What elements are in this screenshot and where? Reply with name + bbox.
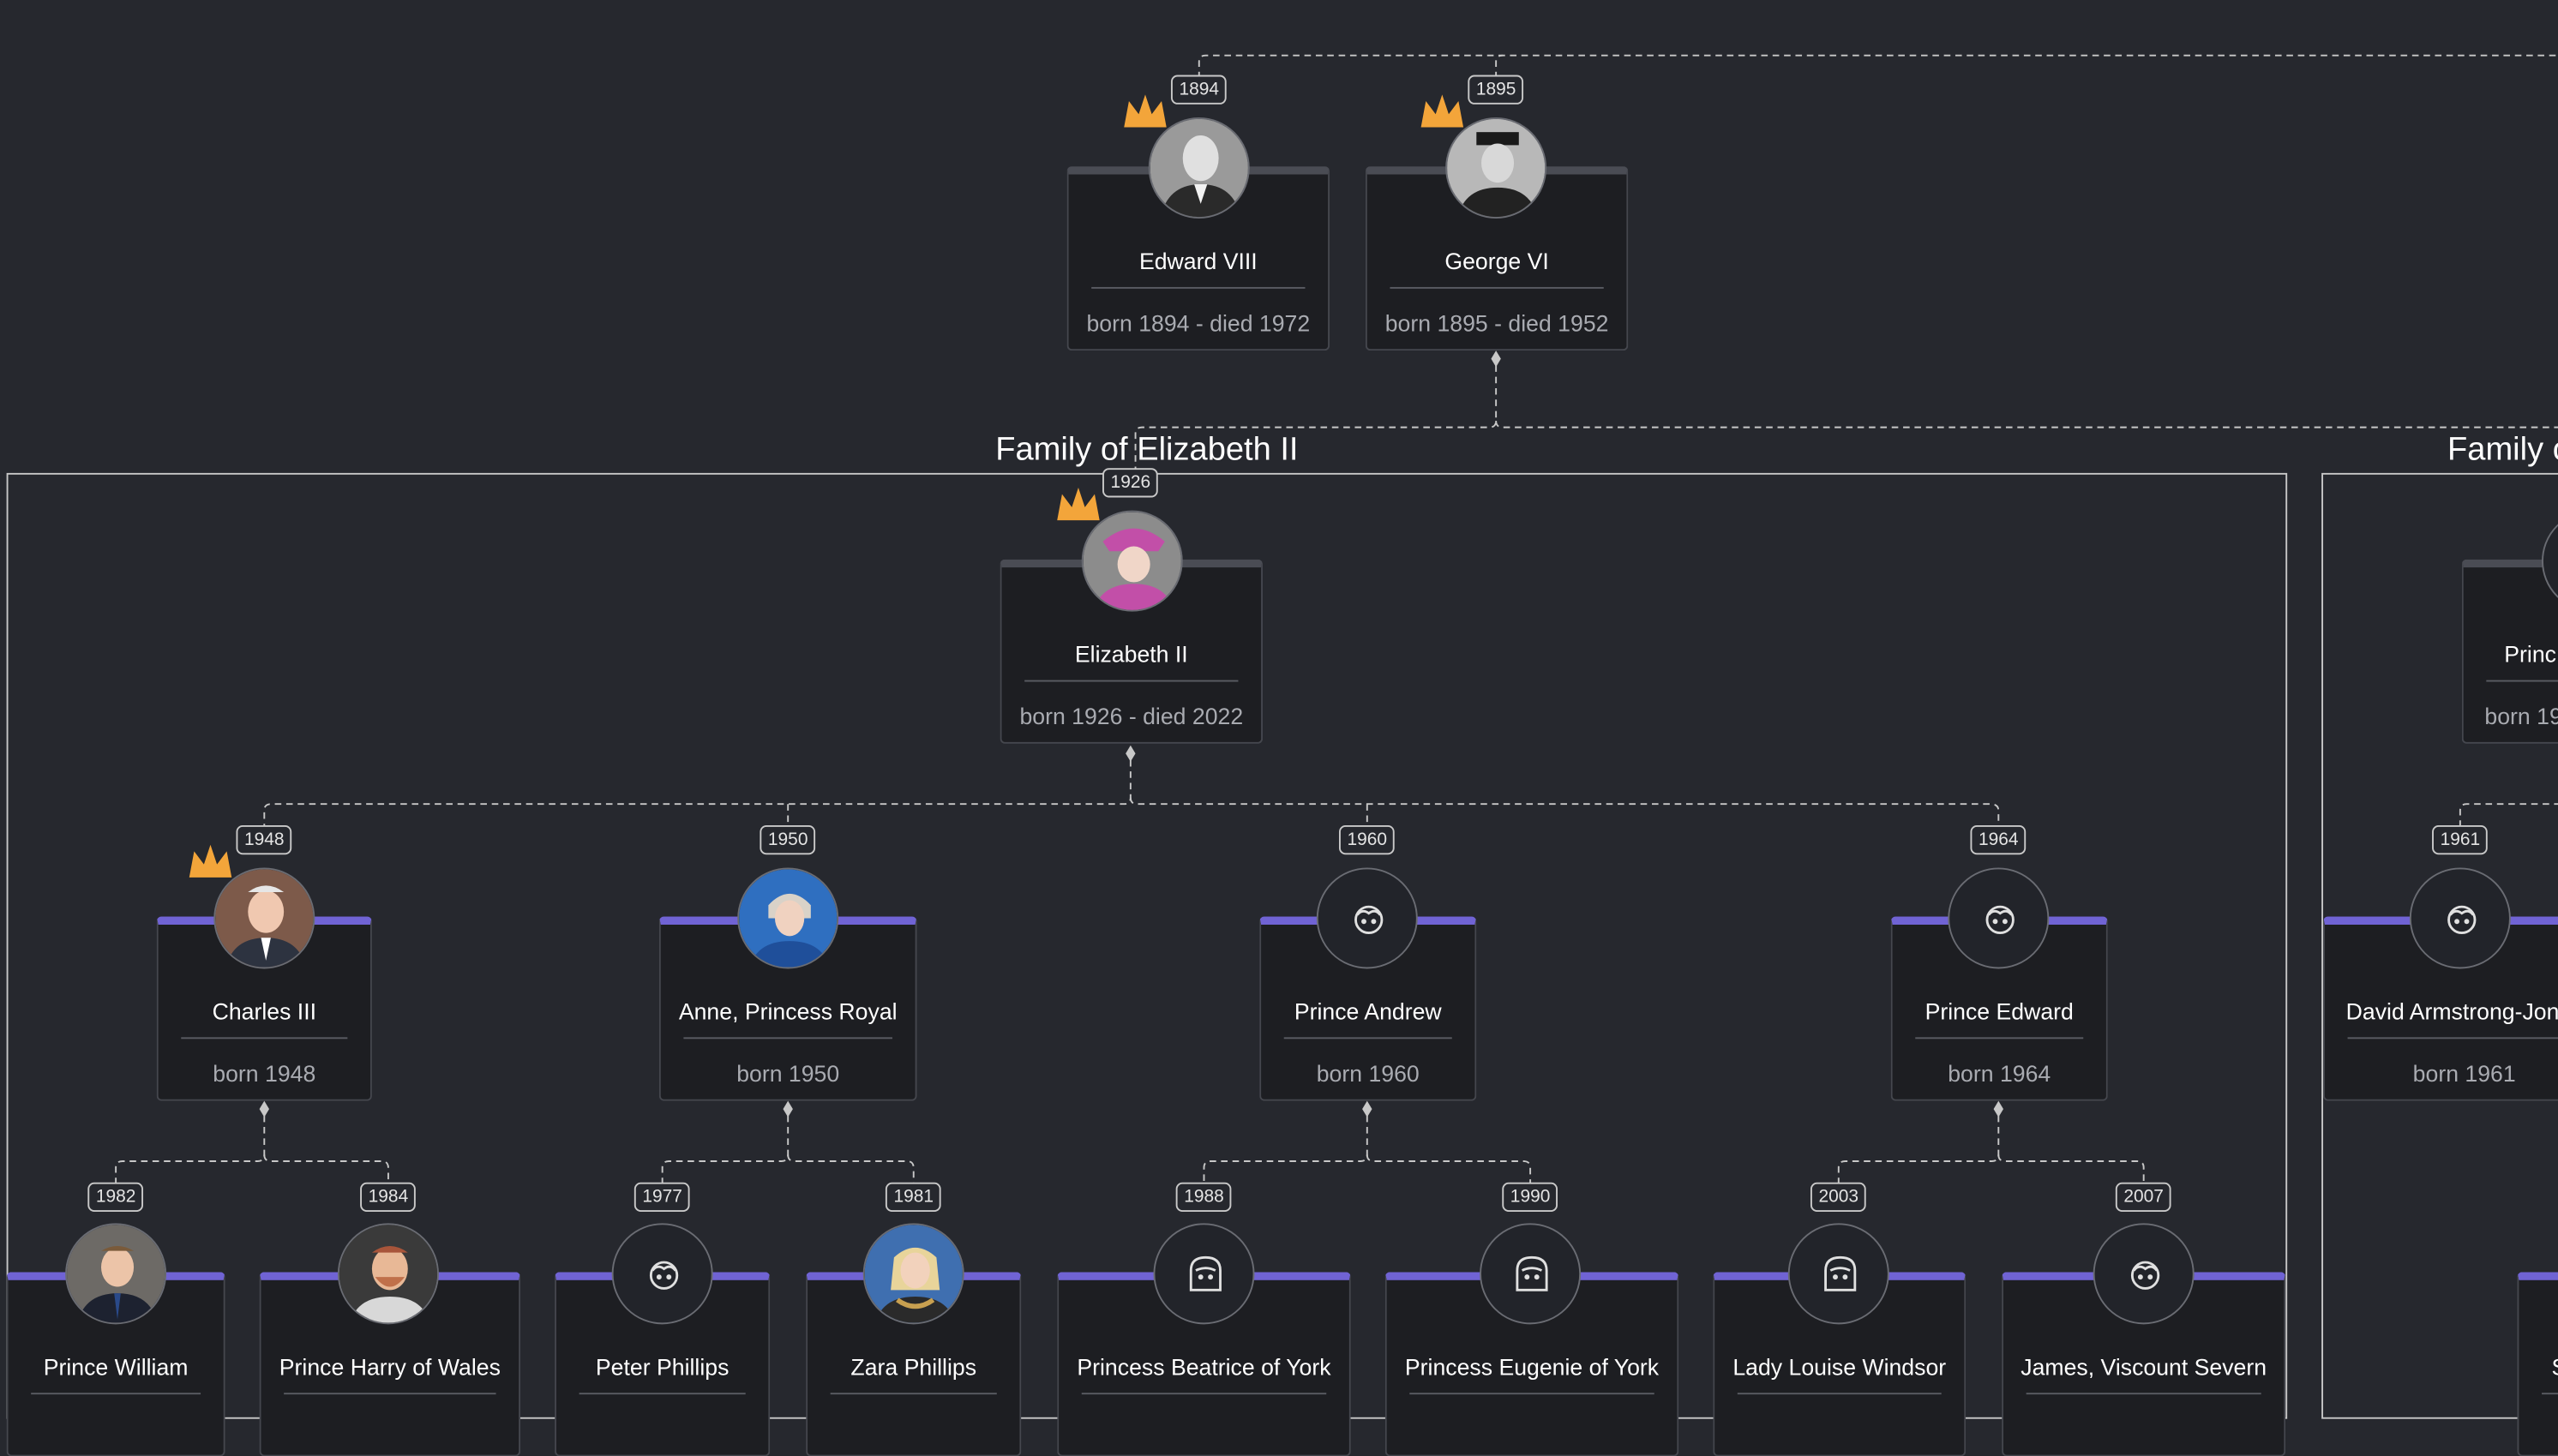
group-title: Family o <box>2447 432 2558 469</box>
birth-year-badge: 1895 <box>1468 75 1524 105</box>
person-name: Lady Louise Windsor <box>1732 1353 1947 1381</box>
person-dates: born 1895 - died 1952 <box>1384 309 1609 337</box>
portrait-photo <box>737 867 839 969</box>
birth-year-badge: 2003 <box>1810 1182 1867 1213</box>
person-name: Prince Harry of Wales <box>279 1353 501 1381</box>
birth-year-badge: 2007 <box>2115 1182 2172 1213</box>
crown-icon <box>189 844 232 878</box>
person-card-partial[interactable]: S <box>2517 1272 2558 1456</box>
birth-year-badge: 1926 <box>1102 468 1159 498</box>
birth-year-badge: 1990 <box>1502 1182 1558 1213</box>
birth-year-badge: 1988 <box>1175 1182 1233 1213</box>
person-name: Princess Beatrice of York <box>1077 1353 1331 1381</box>
person-name: Prince Andrew <box>1294 998 1442 1025</box>
divider <box>1737 1393 1942 1395</box>
person-dates: born 1961 <box>2412 1060 2516 1087</box>
birth-year-badge: 1964 <box>1970 824 2027 855</box>
portrait-photo <box>862 1223 964 1325</box>
portrait-photo <box>65 1223 167 1325</box>
divider <box>181 1037 348 1040</box>
boy-face-icon <box>1948 867 2050 969</box>
divider <box>830 1393 997 1395</box>
person-name: George VI <box>1444 248 1549 274</box>
divider <box>683 1037 892 1040</box>
divider <box>1024 680 1239 682</box>
connector-top-row <box>1198 54 2558 79</box>
birth-year-badge: 1982 <box>87 1182 144 1213</box>
person-dates: born 1950 <box>736 1060 840 1087</box>
birth-year-badge: 1894 <box>1170 75 1228 105</box>
divider <box>1081 1393 1327 1395</box>
person-name: Peter Phillips <box>595 1353 730 1381</box>
divider <box>1915 1037 2084 1040</box>
birth-year-badge: 1984 <box>360 1182 417 1213</box>
person-name: S <box>2519 1354 2558 1380</box>
person-card-partial[interactable]: Princ born 19 <box>2461 559 2558 744</box>
crown-icon <box>1124 94 1167 128</box>
divider <box>2486 680 2558 682</box>
person-name: Charles III <box>212 998 317 1025</box>
girl-face-icon <box>1787 1223 1889 1325</box>
person-dates: born 19 <box>2484 703 2558 729</box>
person-name: Zara Phillips <box>850 1353 977 1381</box>
divider <box>1091 286 1306 289</box>
person-name: James, Viscount Severn <box>2021 1353 2267 1381</box>
person-name: Edward VIII <box>1138 248 1258 274</box>
portrait-photo <box>337 1223 439 1325</box>
divider <box>284 1393 496 1395</box>
divider <box>1283 1037 1452 1040</box>
boy-face-icon <box>611 1223 713 1325</box>
connector-george-right <box>1495 420 2558 428</box>
divider <box>2026 1393 2261 1395</box>
family-tree-canvas[interactable]: Family of Elizabeth II Family o Edward V… <box>0 0 2558 1456</box>
crown-icon <box>1057 488 1100 521</box>
crown-icon <box>1420 94 1464 128</box>
divider <box>2347 1037 2558 1040</box>
person-name: Elizabeth II <box>1074 640 1188 668</box>
girl-face-icon <box>1153 1223 1255 1325</box>
boy-face-icon <box>1316 867 1418 969</box>
person-dates: born 1894 - died 1972 <box>1086 309 1311 337</box>
boy-face-icon <box>2409 867 2511 969</box>
person-dates: born 1960 <box>1316 1060 1420 1087</box>
birth-year-badge: 1948 <box>236 824 293 855</box>
birth-year-badge: 1960 <box>1338 824 1396 855</box>
person-name: Prince William <box>43 1353 189 1381</box>
person-name: Prince Edward <box>1925 998 2074 1025</box>
divider <box>1390 286 1604 289</box>
person-name: Anne, Princess Royal <box>678 998 898 1025</box>
expander-george <box>1491 351 1501 368</box>
birth-year-badge: 1981 <box>885 1182 942 1213</box>
divider <box>579 1393 746 1395</box>
girl-face-icon <box>1480 1223 1582 1325</box>
person-dates: born 1964 <box>1948 1060 2051 1087</box>
person-name: Princess Eugenie of York <box>1404 1353 1660 1381</box>
person-name: David Armstrong-Jone <box>2345 998 2558 1025</box>
divider <box>1409 1393 1654 1395</box>
birth-year-badge: 1977 <box>633 1182 691 1213</box>
divider <box>31 1393 201 1395</box>
person-dates: born 1926 - died 2022 <box>1019 703 1244 729</box>
group-title: Family of Elizabeth II <box>995 432 1299 469</box>
person-dates: born 1948 <box>213 1060 316 1087</box>
birth-year-badge: 1950 <box>760 824 817 855</box>
person-name: Princ <box>2504 640 2556 668</box>
divider <box>2542 1393 2558 1395</box>
birth-year-badge: 1961 <box>2432 824 2489 855</box>
boy-face-icon <box>2093 1223 2195 1325</box>
